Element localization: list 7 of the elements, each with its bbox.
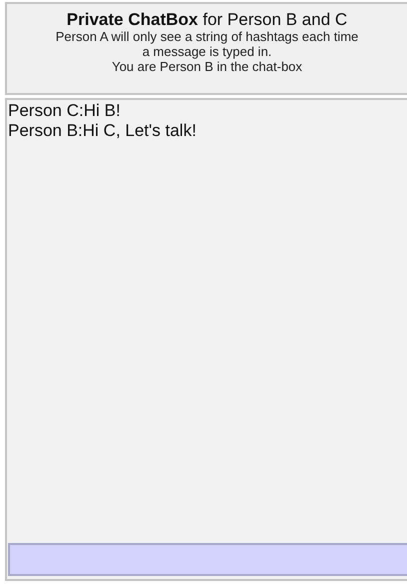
chat-message: Person B:Hi C, Let's talk! <box>8 121 198 141</box>
message-input[interactable] <box>8 543 407 576</box>
chat-message: Person C:Hi B! <box>8 101 122 121</box>
chat-title: Private ChatBox for Person B and C <box>66 10 348 29</box>
info-text: Person A will only see a string of hashtags each time <box>54 29 360 44</box>
info-text: a message is typed in. <box>141 44 273 59</box>
info-text: You are Person B in the chat-box <box>110 59 304 74</box>
